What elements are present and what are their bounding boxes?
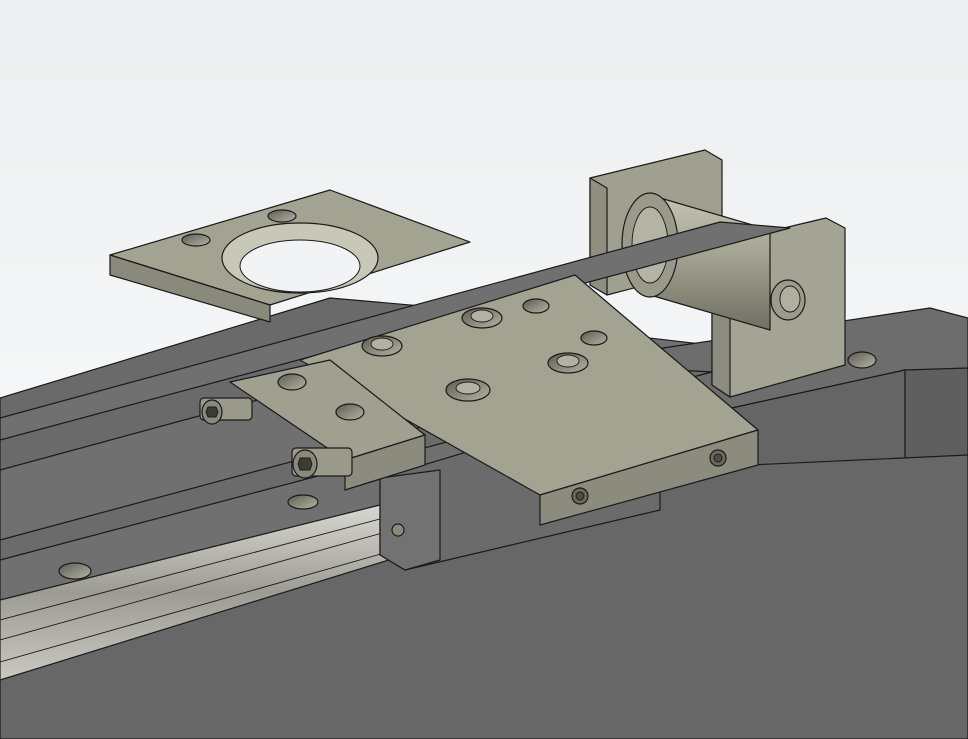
base-mount-hole bbox=[847, 351, 877, 369]
base-mount-hole bbox=[287, 494, 319, 510]
tension-screw[interactable] bbox=[291, 447, 353, 479]
grease-nipple bbox=[391, 523, 405, 537]
clamp-bolt bbox=[522, 298, 550, 314]
motor-mount-plate[interactable] bbox=[109, 189, 471, 323]
counterbore-bolt bbox=[361, 335, 403, 357]
mount-screw-hole bbox=[181, 233, 211, 247]
counterbore-bolt bbox=[547, 352, 589, 374]
mount-screw-hole bbox=[267, 209, 297, 223]
counterbore-bolt bbox=[461, 307, 503, 329]
motor-bore-hole bbox=[221, 222, 379, 294]
tapped-hole bbox=[709, 449, 727, 467]
cad-model-render[interactable] bbox=[0, 0, 968, 739]
base-mount-hole bbox=[58, 562, 92, 580]
idler-axle-cap bbox=[770, 279, 806, 321]
tension-screw[interactable] bbox=[199, 397, 253, 425]
clamp-bolt bbox=[277, 373, 307, 391]
counterbore-bolt bbox=[445, 378, 491, 402]
clamp-bolt bbox=[335, 403, 365, 421]
cad-viewport[interactable] bbox=[0, 0, 968, 739]
tapped-hole bbox=[571, 487, 589, 505]
clamp-bolt bbox=[580, 330, 608, 346]
